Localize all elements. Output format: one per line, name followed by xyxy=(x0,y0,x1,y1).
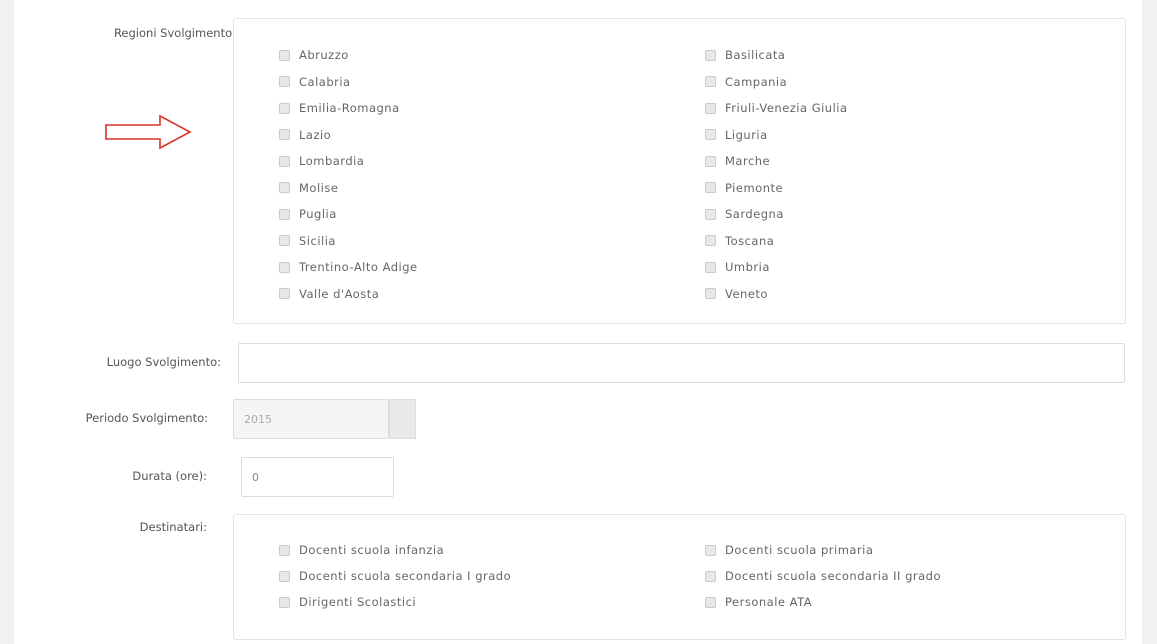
checkbox[interactable] xyxy=(279,596,290,608)
regione-checkbox-item[interactable]: Liguria xyxy=(705,128,768,142)
checkbox-label: Dirigenti Scolastici xyxy=(299,595,417,609)
right-arrow-icon xyxy=(105,114,192,150)
checkbox[interactable] xyxy=(705,570,716,582)
regione-checkbox-item[interactable]: Sardegna xyxy=(705,207,784,221)
regioni-label: Regioni Svolgimento: xyxy=(113,26,236,40)
luogo-label: Luogo Svolgimento: xyxy=(106,355,221,369)
checkbox[interactable] xyxy=(279,261,290,273)
checkbox[interactable] xyxy=(705,49,716,61)
luogo-input[interactable] xyxy=(238,343,1125,383)
checkbox[interactable] xyxy=(705,129,716,140)
checkbox[interactable] xyxy=(705,261,716,273)
checkbox[interactable] xyxy=(705,155,716,167)
checkbox-label: Friuli-Venezia Giulia xyxy=(725,101,848,115)
checkbox[interactable] xyxy=(705,288,716,299)
destinatario-checkbox-item[interactable]: Docenti scuola infanzia xyxy=(279,543,444,557)
regione-checkbox-item[interactable]: Veneto xyxy=(705,287,768,301)
checkbox-label: Emilia-Romagna xyxy=(299,101,400,115)
durata-label: Durata (ore): xyxy=(132,469,207,483)
regione-checkbox-item[interactable]: Sicilia xyxy=(279,234,336,248)
checkbox[interactable] xyxy=(705,76,716,87)
periodo-input[interactable]: 2015 xyxy=(233,399,389,439)
checkbox-label: Personale ATA xyxy=(725,595,813,609)
checkbox[interactable] xyxy=(279,102,290,114)
periodo-label: Periodo Svolgimento: xyxy=(85,411,208,425)
checkbox[interactable] xyxy=(705,208,716,220)
checkbox[interactable] xyxy=(705,102,716,114)
regione-checkbox-item[interactable]: Puglia xyxy=(279,207,337,221)
checkbox[interactable] xyxy=(279,155,290,167)
checkbox-label: Marche xyxy=(725,154,771,168)
checkbox[interactable] xyxy=(279,570,290,582)
regione-checkbox-item[interactable]: Trentino-Alto Adige xyxy=(279,260,418,274)
checkbox-label: Molise xyxy=(299,180,339,195)
checkbox[interactable] xyxy=(705,182,716,193)
regione-checkbox-item[interactable]: Campania xyxy=(705,75,787,89)
regione-checkbox-item[interactable]: Abruzzo xyxy=(279,48,349,62)
checkbox-label: Docenti scuola secondaria I grado xyxy=(299,569,512,583)
regione-checkbox-item[interactable]: Basilicata xyxy=(705,48,785,62)
regione-checkbox-item[interactable]: Lazio xyxy=(279,128,331,142)
regione-checkbox-item[interactable]: Molise xyxy=(279,181,338,195)
checkbox-label: Docenti scuola secondaria II grado xyxy=(725,569,942,583)
regione-checkbox-item[interactable]: Marche xyxy=(705,154,770,168)
checkbox-label: Abruzzo xyxy=(299,48,349,62)
regione-checkbox-item[interactable]: Lombardia xyxy=(279,154,364,168)
destinatario-checkbox-item[interactable]: Docenti scuola secondaria I grado xyxy=(279,569,511,583)
checkbox[interactable] xyxy=(279,235,290,246)
checkbox[interactable] xyxy=(279,182,290,193)
checkbox[interactable] xyxy=(279,76,290,87)
checkbox[interactable] xyxy=(705,544,716,556)
destinatario-checkbox-item[interactable]: Personale ATA xyxy=(705,595,812,609)
checkbox[interactable] xyxy=(705,235,716,246)
checkbox-label: Umbria xyxy=(725,260,770,274)
checkbox-label: Sardegna xyxy=(725,207,784,221)
checkbox-label: Lombardia xyxy=(299,154,365,168)
checkbox[interactable] xyxy=(279,49,290,61)
destinatario-checkbox-item[interactable]: Docenti scuola primaria xyxy=(705,543,873,557)
destinatari-label: Destinatari: xyxy=(139,520,207,534)
checkbox-label: Lazio xyxy=(299,127,332,142)
checkbox[interactable] xyxy=(279,129,290,140)
checkbox-label: Docenti scuola primaria xyxy=(725,543,874,557)
checkbox[interactable] xyxy=(279,208,290,220)
periodo-picker-button[interactable] xyxy=(389,399,416,439)
regioni-box xyxy=(233,18,1126,324)
durata-input[interactable]: 0 xyxy=(241,457,394,497)
checkbox-label: Campania xyxy=(725,74,788,89)
regione-checkbox-item[interactable]: Friuli-Venezia Giulia xyxy=(705,101,848,115)
destinatario-checkbox-item[interactable]: Docenti scuola secondaria II grado xyxy=(705,569,941,583)
regione-checkbox-item[interactable]: Toscana xyxy=(705,234,774,248)
checkbox-label: Sicilia xyxy=(299,233,336,248)
checkbox-label: Piemonte xyxy=(725,180,784,195)
destinatario-checkbox-item[interactable]: Dirigenti Scolastici xyxy=(279,595,416,609)
checkbox-label: Puglia xyxy=(299,207,337,221)
form-page: Regioni Svolgimento: Abruzzo Calabria Emil… xyxy=(14,0,1142,644)
checkbox[interactable] xyxy=(705,596,716,608)
regione-checkbox-item[interactable]: Calabria xyxy=(279,75,351,89)
checkbox-label: Veneto xyxy=(725,286,768,301)
checkbox[interactable] xyxy=(279,544,290,556)
regione-checkbox-item[interactable]: Emilia-Romagna xyxy=(279,101,400,115)
checkbox-label: Valle d'Aosta xyxy=(299,286,380,301)
checkbox-label: Liguria xyxy=(725,127,768,142)
checkbox[interactable] xyxy=(279,288,290,299)
checkbox-label: Calabria xyxy=(299,74,351,89)
regione-checkbox-item[interactable]: Piemonte xyxy=(705,181,783,195)
regione-checkbox-item[interactable]: Umbria xyxy=(705,260,770,274)
checkbox-label: Basilicata xyxy=(725,48,786,62)
checkbox-label: Trentino-Alto Adige xyxy=(299,260,418,274)
regione-checkbox-item[interactable]: Valle d'Aosta xyxy=(279,287,379,301)
checkbox-label: Toscana xyxy=(725,233,775,248)
checkbox-label: Docenti scuola infanzia xyxy=(299,543,445,557)
